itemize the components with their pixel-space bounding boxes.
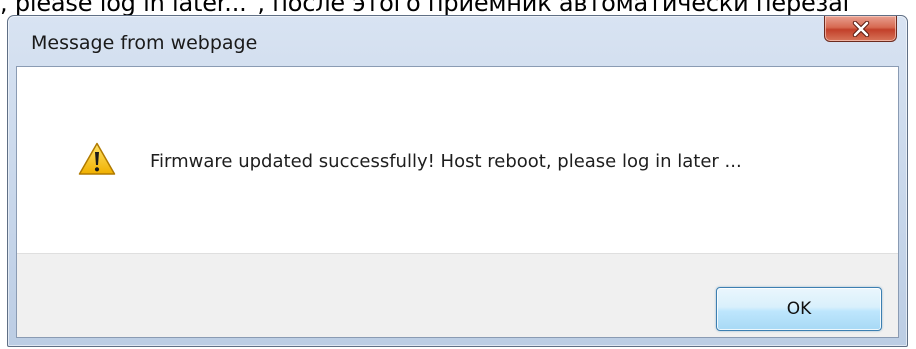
dialog-title: Message from webpage (31, 32, 258, 54)
dialog-message: Firmware updated successfully! Host rebo… (150, 151, 742, 172)
dialog-client-area: Firmware updated successfully! Host rebo… (16, 66, 899, 338)
message-dialog: Message from webpage Firmware updated su… (7, 15, 908, 347)
dialog-content: Firmware updated successfully! Host rebo… (17, 67, 898, 253)
close-icon (852, 20, 869, 37)
ok-button[interactable]: OK (716, 287, 882, 331)
close-button[interactable] (824, 16, 897, 42)
warning-icon (78, 142, 116, 175)
dialog-button-bar: OK (17, 253, 898, 337)
dialog-title-bar[interactable]: Message from webpage (8, 16, 907, 66)
